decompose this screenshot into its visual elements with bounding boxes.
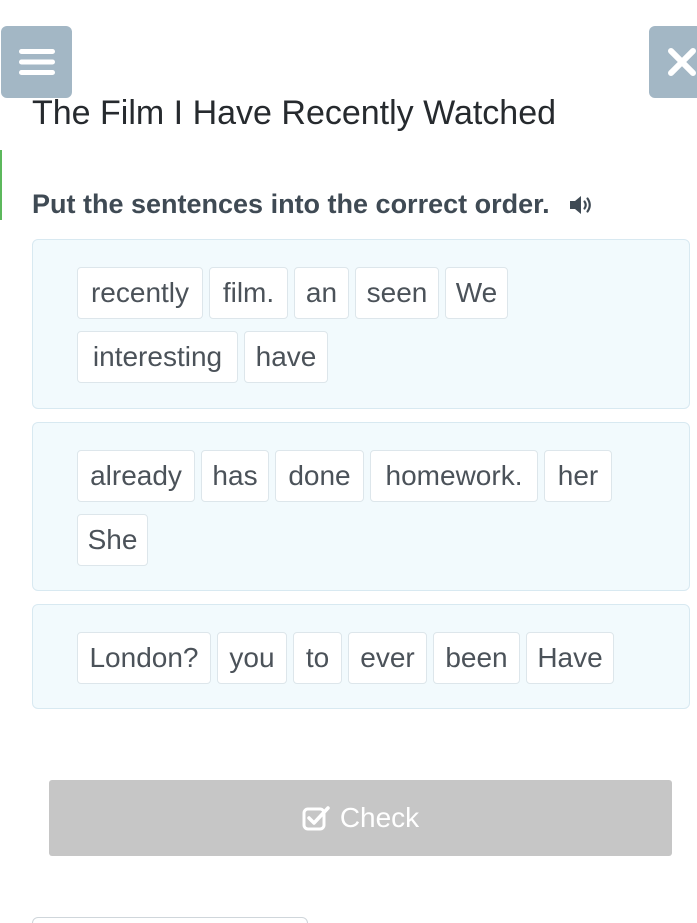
- speaker-icon[interactable]: [568, 193, 596, 217]
- next-button-partial[interactable]: [32, 917, 308, 923]
- word-token[interactable]: homework.: [370, 450, 538, 502]
- left-accent-bar: [0, 150, 2, 220]
- checkbox-check-icon: [302, 805, 330, 831]
- menu-button[interactable]: [1, 26, 72, 98]
- word-token[interactable]: We: [445, 267, 508, 319]
- check-button-label: Check: [339, 802, 420, 833]
- word-token[interactable]: has: [201, 450, 269, 502]
- word-token[interactable]: already: [77, 450, 195, 502]
- word-token[interactable]: Have: [526, 632, 614, 684]
- word-token[interactable]: film.: [209, 267, 288, 319]
- sentence-box-3[interactable]: London? you to ever been Have: [32, 604, 690, 709]
- close-icon: [668, 48, 696, 76]
- word-token[interactable]: interesting: [77, 331, 238, 383]
- word-token[interactable]: She: [77, 514, 148, 566]
- close-button[interactable]: [649, 26, 697, 98]
- page-title: The Film I Have Recently Watched: [32, 94, 557, 132]
- hamburger-icon: [18, 49, 55, 75]
- exercise-page: The Film I Have Recently Watched Put the…: [0, 0, 697, 923]
- check-button[interactable]: Check: [49, 780, 672, 856]
- word-token[interactable]: you: [217, 632, 287, 684]
- word-token[interactable]: her: [544, 450, 612, 502]
- word-token[interactable]: recently: [77, 267, 203, 319]
- word-token[interactable]: an: [294, 267, 349, 319]
- instruction: Put the sentences into the correct order…: [32, 189, 596, 220]
- word-token[interactable]: have: [244, 331, 328, 383]
- word-token[interactable]: seen: [355, 267, 439, 319]
- word-token[interactable]: done: [275, 450, 364, 502]
- word-token[interactable]: London?: [77, 632, 211, 684]
- instruction-text: Put the sentences into the correct order…: [32, 189, 550, 219]
- sentence-box-2[interactable]: already has done homework. her She: [32, 422, 690, 591]
- sentence-box-1[interactable]: recently film. an seen We interesting ha…: [32, 239, 690, 409]
- word-token[interactable]: ever: [348, 632, 427, 684]
- word-token[interactable]: to: [293, 632, 342, 684]
- word-token[interactable]: been: [433, 632, 520, 684]
